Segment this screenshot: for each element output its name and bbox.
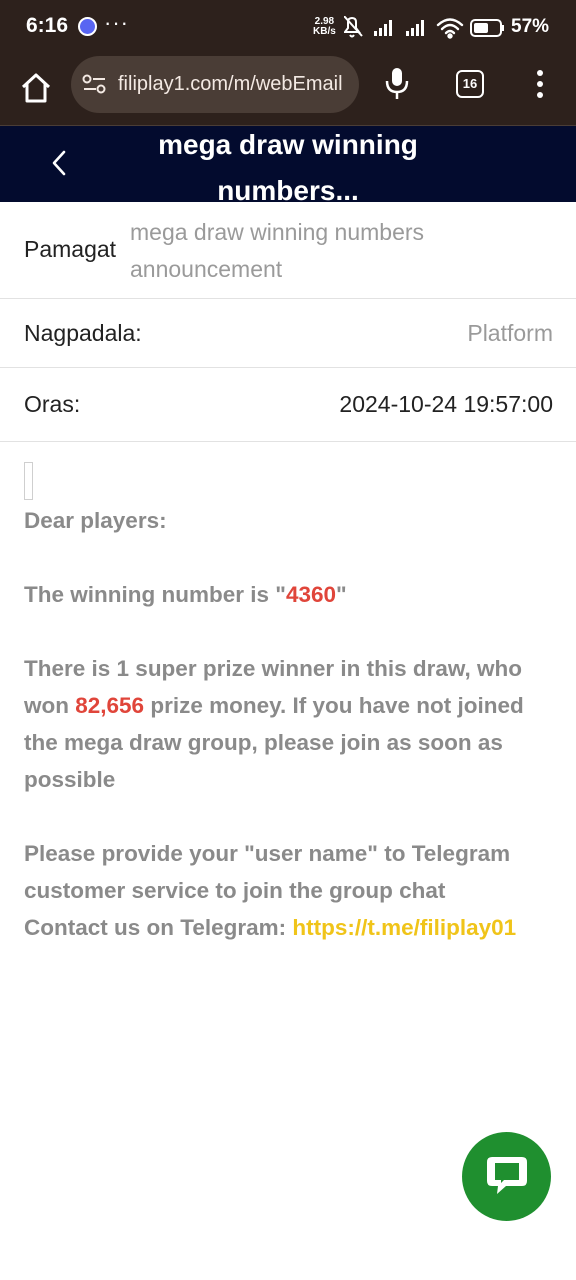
signal-icon-2: [406, 20, 424, 36]
time-row: Oras: 2024-10-24 19:57:00: [0, 368, 576, 442]
wifi-icon: [436, 18, 464, 39]
notification-app-icon: [78, 17, 97, 36]
empty-image-placeholder: [24, 462, 33, 500]
network-speed-unit: KB/s: [313, 26, 336, 37]
page-header: mega draw winning numbers...: [0, 126, 576, 206]
chevron-left-icon[interactable]: [44, 148, 74, 178]
prize-paragraph: There is 1 super prize winner in this dr…: [24, 650, 554, 798]
time-label: Oras:: [24, 391, 81, 417]
winning-number: 4360: [285, 582, 336, 607]
more-notifications-icon: ···: [104, 10, 129, 35]
url-text: filiplay1.com/m/webEmail: [118, 73, 343, 95]
tab-switcher-button[interactable]: 16: [456, 70, 484, 98]
sender-row: Nagpadala: Platform: [0, 299, 576, 368]
signal-icon-1: [374, 20, 392, 36]
vibrate-off-icon: [344, 16, 363, 38]
sender-value: Platform: [467, 320, 553, 346]
mic-icon[interactable]: [383, 66, 411, 102]
contact-line: Contact us on Telegram: https://t.me/fil…: [24, 909, 554, 946]
contact-prefix: Contact us on Telegram:: [24, 915, 293, 940]
greeting: Dear players:: [24, 508, 167, 533]
provide-username-text: Please provide your "user name" to Teleg…: [24, 841, 511, 903]
chat-support-button[interactable]: [462, 1132, 551, 1221]
subject-value: mega draw winning numbers announcement: [130, 219, 425, 282]
battery-icon: [470, 19, 504, 37]
message-body: Dear players: The winning number is "436…: [24, 462, 554, 946]
browser-toolbar: filiplay1.com/m/webEmail 16: [0, 56, 576, 126]
network-speed: 2.98 KB/s: [313, 17, 336, 37]
address-bar[interactable]: filiplay1.com/m/webEmail: [71, 56, 359, 113]
site-settings-icon[interactable]: [82, 73, 108, 95]
subject-row: Pamagat mega draw winning numbers announ…: [0, 202, 576, 299]
subject-label: Pamagat: [24, 236, 117, 262]
home-icon[interactable]: [18, 70, 54, 106]
status-time: 6:16: [26, 14, 69, 37]
page-title: mega draw winning numbers...: [158, 129, 418, 206]
sender-label: Nagpadala:: [24, 320, 142, 346]
chat-bubble-icon: [487, 1157, 527, 1194]
status-icons: [344, 16, 504, 39]
more-vert-icon[interactable]: [530, 68, 550, 100]
winning-prefix: The winning number is ": [24, 582, 286, 607]
time-value: 2024-10-24 19:57:00: [339, 391, 553, 417]
winning-number-line: The winning number is "4360": [24, 576, 554, 613]
prize-amount: 82,656: [75, 693, 145, 718]
telegram-link[interactable]: https://t.me/filiplay01: [292, 915, 516, 940]
winning-suffix: ": [336, 582, 347, 607]
battery-percent: 57%: [511, 16, 550, 37]
status-bar: 6:16 ··· 2.98 KB/s 57%: [0, 0, 576, 56]
